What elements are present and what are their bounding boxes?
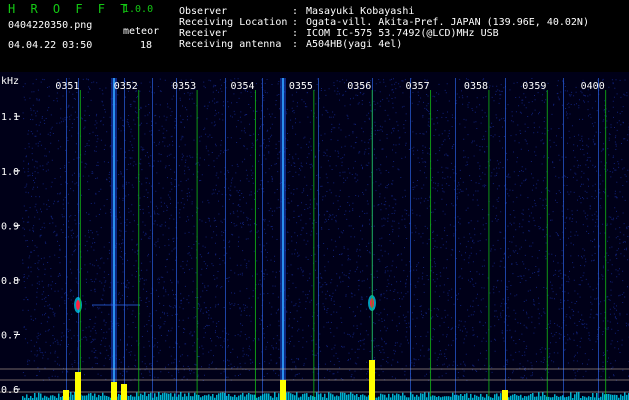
level-spike <box>502 390 508 400</box>
faint-streak <box>78 78 79 400</box>
spectrogram: 1.1 1.0 0.9 0.8 0.7 0.6 0351 0352 0353 0354 0355 0… <box>0 72 629 400</box>
y-tick-label: 0.7 <box>1 331 19 342</box>
faint-streak <box>318 78 319 400</box>
x-tick-label: 0353 <box>172 81 196 92</box>
x-tick-label: 0400 <box>581 81 605 92</box>
x-tick-label: 0354 <box>230 81 254 92</box>
faint-streak <box>410 78 411 400</box>
level-spike <box>111 382 117 400</box>
x-tick-label: 0355 <box>289 81 313 92</box>
y-unit-label: kHz <box>1 76 19 87</box>
x-tick-label: 0351 <box>55 81 79 92</box>
faint-streak <box>505 78 506 400</box>
faint-streak <box>66 78 67 400</box>
x-tick-label: 0358 <box>464 81 488 92</box>
y-tick-label: 0.9 <box>1 221 19 232</box>
y-tick-label: 1.0 <box>1 167 19 178</box>
bright-streak-core <box>113 78 115 400</box>
faint-streak <box>176 78 177 400</box>
x-tick-label: 0359 <box>522 81 546 92</box>
level-spike <box>369 360 375 400</box>
x-tick-label: 0352 <box>114 81 138 92</box>
level-spike <box>75 372 81 400</box>
faint-streak <box>124 78 125 400</box>
level-spike <box>280 380 286 400</box>
y-tick-label: 0.8 <box>1 276 19 287</box>
faint-streak <box>455 78 456 400</box>
faint-streak <box>152 78 153 400</box>
y-tick-label: 1.1 <box>1 112 19 123</box>
faint-streak <box>598 78 599 400</box>
faint-streak <box>563 78 564 400</box>
faint-streak <box>225 78 226 400</box>
level-spike <box>121 384 127 400</box>
level-spike <box>63 390 69 400</box>
bright-streak-core <box>282 78 284 400</box>
x-tick-label: 0356 <box>347 81 371 92</box>
faint-streak <box>262 78 263 400</box>
spectrogram-background <box>0 72 629 400</box>
y-tick-label: 0.6 <box>1 385 19 396</box>
x-tick-label: 0357 <box>406 81 430 92</box>
meteor-head <box>76 300 80 310</box>
